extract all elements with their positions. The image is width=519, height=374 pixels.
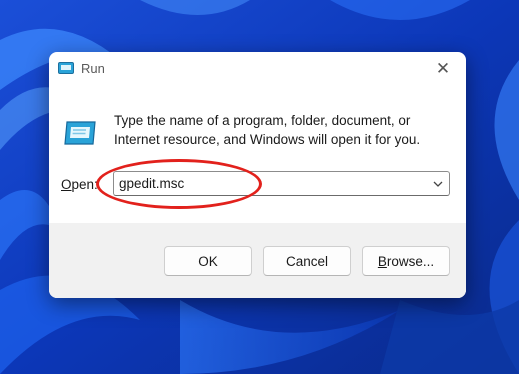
dialog-title: Run [81,61,105,76]
open-label-text: pen: [71,177,98,192]
cancel-button[interactable]: Cancel [263,246,351,276]
open-input[interactable]: gpedit.msc [119,176,184,191]
run-icon [58,62,74,74]
run-instructions: Type the name of a program, folder, docu… [114,113,421,147]
close-icon: ✕ [435,59,451,78]
open-label-mnemonic: O [61,177,72,192]
run-icon [64,121,96,145]
chevron-down-icon[interactable] [433,180,443,188]
browse-mnemonic: B [377,253,387,269]
open-combobox[interactable]: gpedit.msc [113,171,450,196]
button-bar: OK Cancel Browse... [49,223,466,298]
close-button[interactable]: ✕ [420,52,466,86]
title-bar[interactable]: Run ✕ [49,52,466,86]
browse-button[interactable]: Browse... [362,246,450,276]
run-dialog: Run ✕ Type the name of a program, folder… [49,52,466,298]
ok-button[interactable]: OK [164,246,252,276]
ok-button-label: OK [198,253,218,269]
cancel-button-label: Cancel [285,253,329,269]
open-label: Open: [61,177,98,192]
browse-button-label: rowse... [386,253,435,269]
